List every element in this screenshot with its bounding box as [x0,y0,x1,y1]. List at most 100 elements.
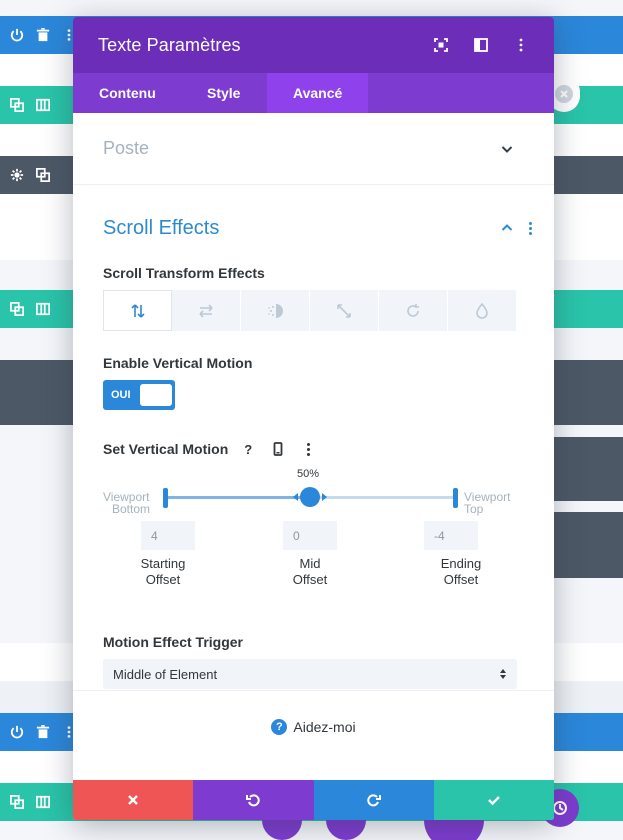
section-title: Poste [103,138,150,158]
toggle-label: OUI [111,389,131,401]
ending-offset-line-2: Offset [443,572,479,587]
end-handle[interactable] [453,488,458,508]
fade-button[interactable] [241,290,310,331]
modal-body: Poste Scroll Effects Scroll Transform Ef… [73,113,554,764]
arrow-left-icon [293,493,298,501]
columns-icon[interactable] [36,98,50,112]
horizontal-motion-button[interactable] [172,290,241,331]
motion-trigger-select[interactable]: Middle of Element [103,659,517,689]
cancel-button[interactable] [73,780,194,820]
expand-icon[interactable] [433,37,449,53]
trash-icon[interactable] [36,28,50,42]
transform-effect-selector [103,290,517,331]
modal-footer [73,780,554,820]
undo-icon [246,794,261,807]
mobile-icon[interactable] [268,439,288,459]
starting-offset-line-2: Offset [145,572,181,587]
starting-offset-line-1: Starting [140,556,186,571]
section-title: Scroll Effects [103,216,220,239]
help-circle-icon: ? [271,719,288,735]
horizontal-motion-icon [199,303,213,318]
viewport-bottom-line-2: Bottom [112,502,151,516]
redo-button[interactable] [313,780,434,820]
mid-offset-line-2: Offset [292,572,328,587]
power-icon[interactable] [10,725,24,739]
modal-title: Texte Paramètres [98,34,241,55]
chevron-up-icon[interactable] [500,221,514,235]
mid-handle[interactable] [300,487,320,507]
duplicate-icon[interactable] [36,168,50,182]
scroll-transform-label: Scroll Transform Effects [103,265,265,281]
mid-offset-label: Mid Offset [275,556,345,588]
fade-icon [268,303,283,318]
trash-icon[interactable] [36,725,50,739]
motion-trigger-label: Motion Effect Trigger [103,634,243,650]
undo-button[interactable] [193,780,314,820]
sidebar-toggle-icon[interactable] [473,37,489,53]
set-motion-row: Set Vertical Motion ? [103,439,524,459]
vertical-motion-slider: 50% Viewport Bottom Viewport Top 4 0 -4 … [103,465,524,615]
set-vertical-motion-label: Set Vertical Motion [103,441,229,457]
section-poste[interactable]: Poste [73,113,554,185]
module-block [553,437,623,501]
power-icon[interactable] [10,28,24,42]
mid-percentage: 50% [297,468,320,480]
help-link[interactable]: ? Aidez-moi [73,719,554,735]
save-button[interactable] [433,780,554,820]
columns-icon[interactable] [36,302,50,316]
help-label: Aidez-moi [293,719,356,735]
arrow-right-icon [322,493,327,501]
section-more-icon[interactable] [528,221,532,235]
section-header[interactable]: Scroll Effects [103,185,532,265]
enable-vertical-motion-label: Enable Vertical Motion [103,355,253,371]
starting-offset-input[interactable] [141,521,195,550]
scale-icon [337,303,351,318]
divider [73,690,554,691]
ending-offset-input[interactable] [424,521,478,550]
check-icon [488,796,500,806]
tab-style[interactable]: Style [181,73,267,113]
blur-icon [476,302,488,319]
clock-icon [553,801,567,815]
ending-offset-line-1: Ending [440,556,482,571]
tab-bar: Contenu Style Avancé [73,73,554,113]
scale-button[interactable] [310,290,379,331]
ending-offset-label: Ending Offset [426,556,496,588]
modal-header[interactable]: Texte Paramètres [73,17,554,73]
close-icon[interactable] [555,85,573,103]
duplicate-icon[interactable] [10,795,24,809]
viewport-top-label: Viewport Top [464,491,510,515]
rotate-button[interactable] [379,290,448,331]
vertical-motion-button[interactable] [103,290,172,331]
mid-offset-line-1: Mid [299,556,321,571]
toggle-knob [140,384,172,406]
gear-icon[interactable] [10,168,24,182]
mid-offset-input[interactable] [283,521,337,550]
duplicate-icon[interactable] [10,302,24,316]
vertical-motion-toggle[interactable]: OUI [103,380,175,410]
toggle-wrap: OUI [103,380,524,410]
section-scroll-effects: Scroll Effects Scroll Transform Effects [73,185,554,689]
blur-button[interactable] [448,290,517,331]
more-icon[interactable] [298,439,318,459]
close-icon [128,795,138,805]
slider-track-fill [166,496,310,499]
rotate-icon [407,303,419,317]
columns-icon[interactable] [36,795,50,809]
more-icon[interactable] [513,37,529,53]
section-header-actions [500,221,532,235]
tab-avance[interactable]: Avancé [267,73,369,113]
start-handle[interactable] [163,488,168,508]
redo-icon [366,794,381,807]
viewport-bottom-label: Viewport Bottom [103,491,150,515]
module-block [553,512,623,578]
chevron-down-icon[interactable] [500,142,514,156]
header-actions [433,37,529,53]
help-icon[interactable]: ? [238,439,258,459]
vertical-motion-icon [130,303,145,318]
starting-offset-label: Starting Offset [128,556,198,588]
duplicate-icon[interactable] [10,98,24,112]
tab-contenu[interactable]: Contenu [73,73,181,113]
select-caret-icon [499,669,507,679]
settings-modal: Texte Paramètres Contenu Style Avancé Po… [73,17,554,820]
